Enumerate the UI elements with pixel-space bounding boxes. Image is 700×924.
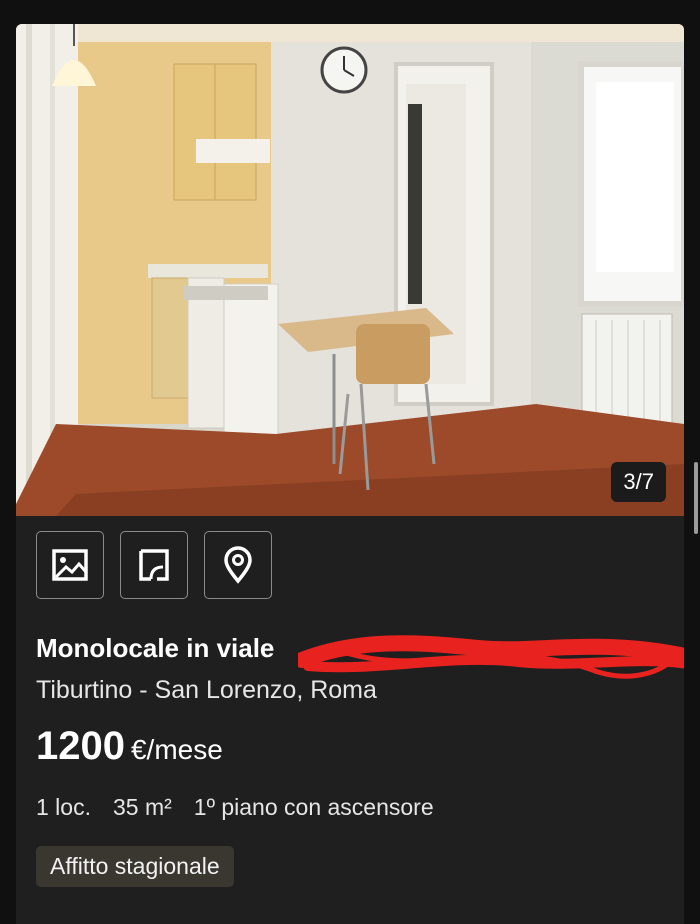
listing-photo[interactable]: 3/7 — [16, 24, 684, 516]
feature-rooms: 1 loc. — [36, 794, 91, 820]
listing-location: Tiburtino - San Lorenzo, Roma — [36, 676, 377, 704]
listing-card[interactable]: 3/7 Monolocale in viale Tiburtino - San … — [16, 24, 684, 924]
price-unit: €/mese — [130, 734, 223, 765]
listing-title[interactable]: Monolocale in viale — [36, 633, 274, 664]
image-icon — [52, 549, 88, 581]
feature-area: 35 m² — [112, 794, 172, 820]
scrollbar[interactable] — [694, 462, 698, 534]
feature-floor: 1º piano con ascensore — [193, 794, 434, 820]
floorplan-icon — [139, 549, 169, 581]
floorplan-button[interactable] — [120, 531, 188, 599]
listing-features: 1 loc. 35 m² 1º piano con ascensore — [36, 794, 434, 821]
listing-price: 1200 €/mese — [36, 724, 223, 769]
map-pin-icon — [224, 546, 252, 584]
photos-button[interactable] — [36, 531, 104, 599]
map-button[interactable] — [204, 531, 272, 599]
rental-type-badge: Affitto stagionale — [36, 846, 234, 887]
media-actions — [36, 531, 272, 599]
price-amount: 1200 — [36, 724, 125, 768]
photo-counter: 3/7 — [611, 462, 666, 502]
